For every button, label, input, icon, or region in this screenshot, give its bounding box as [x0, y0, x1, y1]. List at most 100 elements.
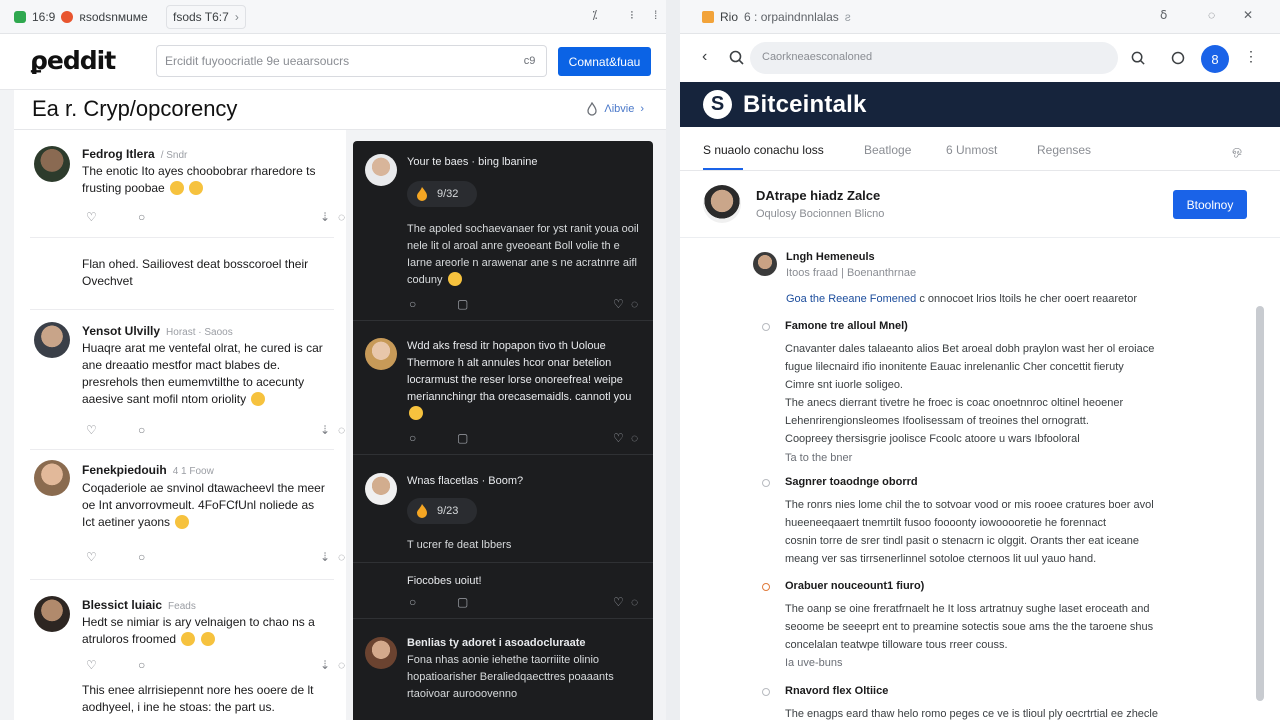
list-item[interactable]: Blessict luiaic Feads Hedt se nimiar is a… [30, 580, 345, 720]
search-button[interactable]: c9 [513, 45, 547, 77]
heart-icon[interactable]: ♡ [86, 210, 97, 224]
section-tail: Ia uve-buns [785, 657, 843, 669]
list-item[interactable]: Wdd aks fresd itr hopapon tivo th Uoloue… [353, 321, 653, 455]
list-item[interactable]: Wnas flacetlas · Boom? 9/23 T ucrer fe d… [353, 455, 653, 563]
tab-overflow[interactable]: ஒ [1232, 143, 1242, 159]
right-tab[interactable]: Rio 6 : orpaindnnlalas ƨ [702, 5, 851, 29]
save-icon[interactable]: ◌ [338, 423, 345, 437]
text-line: The ronrs nies lome chil the to sotvoar … [785, 499, 1154, 511]
heart-icon[interactable]: ♡ [613, 297, 624, 311]
tab-regenses[interactable]: Regenses [1037, 143, 1091, 157]
more-menu-icon[interactable]: ⋮ [1244, 48, 1258, 65]
pin-icon[interactable]: ẟ [1160, 8, 1167, 22]
section-text: Cnavanter dales talaeanto alios Bet aroe… [785, 340, 1195, 448]
scrollbar[interactable] [1256, 306, 1264, 701]
heart-icon[interactable]: ♡ [613, 595, 624, 609]
message-icon[interactable]: ▢ [457, 297, 468, 311]
site-brand[interactable]: Bitceintalk [743, 91, 867, 119]
comment-icon[interactable]: ○ [409, 595, 416, 609]
tab-main[interactable]: S nuaolo conachu loss [703, 143, 824, 157]
save-icon[interactable]: ◌ [338, 550, 345, 564]
close-icon[interactable]: ✕ [1243, 8, 1253, 22]
chat-bubble-icon[interactable]: ◌ [1208, 8, 1215, 22]
follow-button[interactable]: Btoolnoy [1173, 190, 1247, 219]
text-line: Cnavanter dales talaeanto alios Bet aroe… [785, 343, 1155, 355]
comment-icon[interactable]: ○ [138, 658, 145, 672]
back-arrow-icon[interactable]: ‹ [702, 48, 707, 66]
share-icon[interactable]: ⇣ [320, 550, 330, 564]
btc-icon [702, 11, 714, 23]
list-item[interactable]: Your te baes · bing lbanine 9/32 The apo… [353, 141, 653, 321]
post-author-line: Yensot Ulvilly Horast · Saoos [82, 324, 233, 338]
share-icon[interactable]: ◌ [631, 595, 638, 609]
message-icon[interactable]: ▢ [457, 431, 468, 445]
avatar [34, 460, 70, 496]
reply-link[interactable]: Goa the Reeane Fomened c onnocoet lrios … [786, 293, 1137, 305]
vote-score[interactable]: 9/23 [407, 498, 477, 524]
share-icon[interactable]: ⇣ [320, 658, 330, 672]
close-icon[interactable]: ⁞ [654, 8, 657, 22]
minimize-icon[interactable]: ⁒ [592, 8, 597, 22]
avatar [365, 338, 397, 370]
share-icon[interactable]: ◌ [631, 431, 638, 445]
heart-icon[interactable]: ♡ [86, 423, 97, 437]
post-body: Hedt se nimiar is ary velnaigen to chao … [82, 614, 330, 648]
list-item[interactable]: Fiocobes uoiut! ○ ▢ ♡ ◌ [353, 563, 653, 619]
url-bar[interactable]: Caorkneaesconaloned [750, 42, 1118, 74]
dark-feed: Your te baes · bing lbanine 9/32 The apo… [353, 141, 653, 720]
sort-label: Ʌibvie [604, 103, 635, 115]
emoji-icon [175, 515, 190, 529]
bullet-icon [762, 688, 770, 696]
share-icon[interactable]: ⇣ [320, 423, 330, 437]
right-tab-extra: ƨ [844, 10, 851, 24]
share-icon[interactable]: ◌ [631, 297, 638, 311]
left-tab-status[interactable]: 16:9 ʀsodsnᴍuᴍe [14, 5, 148, 29]
share-icon[interactable]: ⇣ [320, 210, 330, 224]
comment-icon[interactable]: ○ [138, 423, 145, 437]
comment-icon[interactable]: ○ [138, 210, 145, 224]
search-icon[interactable] [1131, 51, 1146, 66]
post-author: Blessict luiaic [82, 598, 163, 612]
sort-control[interactable]: Ʌibvie › [586, 102, 644, 116]
create-account-button[interactable]: Coᴍnat&fuau [558, 47, 651, 76]
heart-icon[interactable]: ♡ [86, 658, 97, 672]
account-button[interactable]: 8 [1201, 45, 1229, 73]
restore-icon[interactable]: ⁝ [630, 8, 634, 22]
reply-author: Lngh Hemeneuls [786, 251, 875, 263]
list-item[interactable]: Benlias ty adoret i asoadocluraate Fona … [353, 619, 653, 720]
section-heading: Rnavord flex Oltiice [785, 685, 889, 697]
reply-meta: Itoos fraad | Boenanthrnae [786, 267, 917, 279]
comment-icon[interactable]: ○ [409, 431, 416, 445]
comment-icon[interactable]: ○ [138, 550, 145, 564]
comment-icon[interactable]: ○ [409, 297, 416, 311]
search-icon[interactable] [729, 50, 745, 66]
heart-icon[interactable]: ♡ [86, 550, 97, 564]
list-item[interactable]: Yensot Ulvilly Horast · Saoos Huaqre arat… [30, 310, 345, 450]
list-item[interactable]: Fenekpiedouih 4 1 Foow Coqaderiole ae snv… [30, 450, 345, 580]
tab-beatloge[interactable]: Beatloge [864, 143, 911, 157]
save-icon[interactable]: ◌ [338, 658, 345, 672]
post-actions: ♡ ○ ⇣ ◌ [86, 210, 345, 228]
vote-score[interactable]: 9/32 [407, 181, 477, 207]
text-line: Coopreey thersisgrie joolisce Fcoolc ato… [785, 433, 1080, 445]
heart-icon[interactable]: ♡ [613, 431, 624, 445]
left-tab-second[interactable]: fsods T6:7 › [166, 5, 246, 29]
emoji-icon [447, 272, 462, 286]
emoji-icon [189, 181, 204, 195]
avatar [34, 596, 70, 632]
list-item[interactable]: Fedrog Itlera / Sndr The enotic Ito ayes … [30, 130, 345, 238]
list-item[interactable]: Flan ohed. Sailiovest deat bosscoroel th… [30, 238, 334, 310]
save-icon[interactable]: ◌ [338, 210, 345, 224]
message-icon[interactable]: ▢ [457, 595, 468, 609]
notification-icon[interactable] [1171, 51, 1185, 65]
search-input[interactable]: Ercidit fuyoocriatle 9e ueaarsoucrs [156, 45, 514, 77]
bitcointalk-logo-icon[interactable]: S [703, 90, 732, 119]
thread-title: DAtrape hiadz Zalce [756, 188, 881, 203]
post-author-line: Fedrog Itlera / Sndr [82, 147, 187, 161]
reddit-logo[interactable]: ϼeddit [30, 46, 116, 75]
post-text: The apoled sochaevanaer for yst ranit yo… [407, 223, 639, 286]
reddit-favicon-icon [61, 11, 74, 23]
thread-header: DAtrape hiadz Zalce Oqulosy Bocionnen Bl… [680, 172, 1280, 238]
post-body: Huaqre arat me ventefal olrat, he cured … [82, 340, 330, 408]
tab-unmost[interactable]: 6 Unmost [946, 143, 997, 157]
